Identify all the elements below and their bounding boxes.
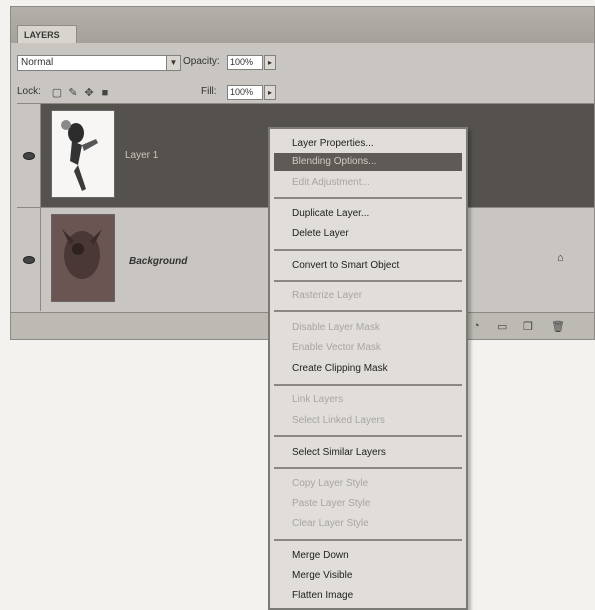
figure-thumbnail-art [61,120,98,191]
menu-separator [274,467,462,469]
new-group-icon[interactable]: ▭ [497,320,507,333]
lock-all-icon[interactable]: ■ [99,87,111,99]
chevron-down-icon[interactable]: ▼ [166,56,180,70]
lock-position-icon[interactable]: ✥ [83,87,95,99]
opacity-arrow-icon[interactable]: ▸ [264,55,276,70]
menu-item-enable-vector-mask[interactable]: Enable Vector Mask [274,339,462,357]
menu-item-layer-properties[interactable]: Layer Properties... [274,135,462,153]
fill-arrow-icon[interactable]: ▸ [264,85,276,100]
blend-mode-value: Normal [21,57,54,68]
menu-item-select-linked-layers[interactable]: Select Linked Layers [274,412,462,430]
eye-icon[interactable] [23,152,35,160]
visibility-cell[interactable] [17,104,41,207]
tab-layers[interactable]: LAYERS [17,25,77,43]
lock-transparency-icon[interactable]: ▢ [51,87,63,99]
menu-item-paste-layer-style[interactable]: Paste Layer Style [274,495,462,513]
layer-name[interactable]: Background [129,256,187,267]
adjustment-layer-icon[interactable]: ◔ [473,320,480,332]
menu-separator [274,435,462,437]
fill-field[interactable]: 100% [227,85,263,100]
menu-item-copy-layer-style[interactable]: Copy Layer Style [274,475,462,493]
menu-separator [274,539,462,541]
menu-item-rasterize-layer[interactable]: Rasterize Layer [274,287,462,305]
opacity-field[interactable]: 100% [227,55,263,70]
menu-separator [274,310,462,312]
menu-separator [274,197,462,199]
lock-icon: ⌂ [557,252,564,264]
eye-icon[interactable] [23,256,35,264]
background-thumbnail-art [52,215,114,301]
menu-item-delete-layer[interactable]: Delete Layer [274,225,462,243]
menu-item-convert-smart-object[interactable]: Convert to Smart Object [274,257,462,275]
lock-image-icon[interactable]: ✎ [67,87,79,99]
layer-context-menu: Layer Properties... Blending Options... … [268,127,468,610]
menu-item-blending-options[interactable]: Blending Options... [274,153,462,171]
menu-item-merge-down[interactable]: Merge Down [274,547,462,565]
menu-item-flatten-image[interactable]: Flatten Image [274,587,462,605]
visibility-cell[interactable] [17,208,41,311]
menu-item-merge-visible[interactable]: Merge Visible [274,567,462,585]
layer-name[interactable]: Layer 1 [125,150,158,161]
opacity-label: Opacity: [183,56,220,67]
menu-separator [274,249,462,251]
layer-thumbnail [51,110,115,198]
layer-thumbnail [51,214,115,302]
menu-item-link-layers[interactable]: Link Layers [274,391,462,409]
lock-label: Lock: [17,86,41,97]
blend-mode-select[interactable]: Normal ▼ [17,55,181,71]
trash-icon[interactable]: 🗑 [551,320,565,333]
menu-separator [274,280,462,282]
menu-item-clear-layer-style[interactable]: Clear Layer Style [274,515,462,533]
new-layer-icon[interactable]: ❐ [523,320,533,333]
panel-titlebar: LAYERS [11,7,594,43]
menu-item-select-similar-layers[interactable]: Select Similar Layers [274,444,462,462]
fill-label: Fill: [201,86,217,97]
menu-item-edit-adjustment[interactable]: Edit Adjustment... [274,174,462,192]
menu-item-create-clipping-mask[interactable]: Create Clipping Mask [274,360,462,378]
menu-item-disable-layer-mask[interactable]: Disable Layer Mask [274,319,462,337]
menu-item-duplicate-layer[interactable]: Duplicate Layer... [274,205,462,223]
menu-separator [274,384,462,386]
